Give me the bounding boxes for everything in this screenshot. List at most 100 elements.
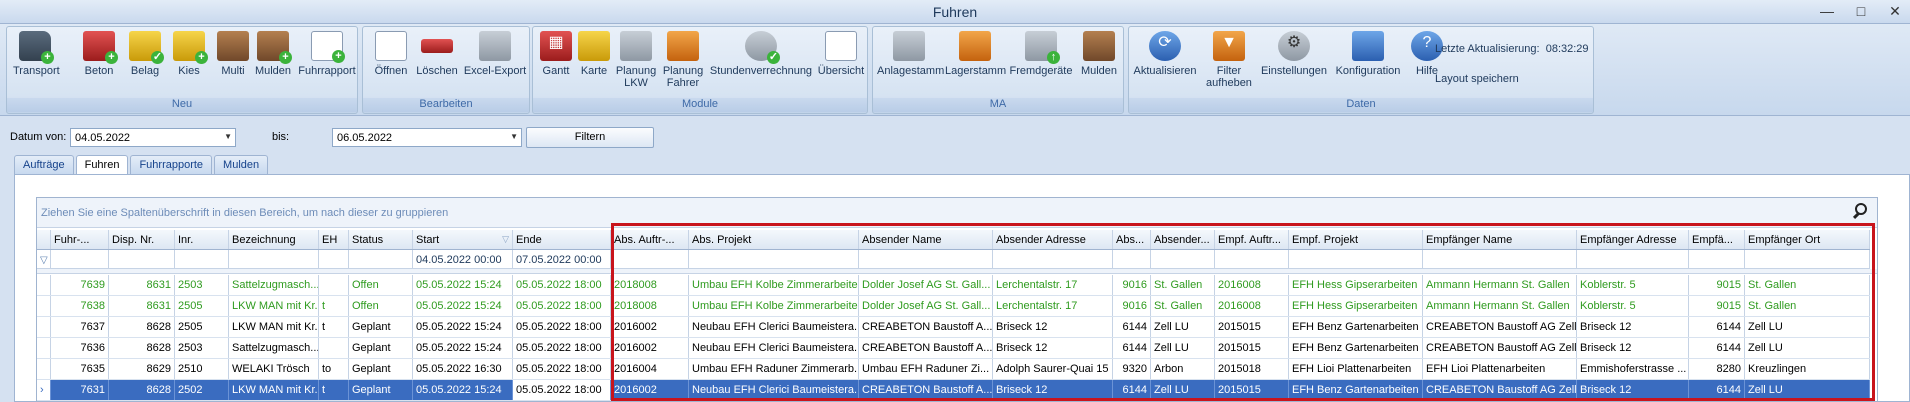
- multi-button[interactable]: Multi: [213, 31, 253, 77]
- table-cell[interactable]: 8280: [1689, 359, 1745, 379]
- open-button[interactable]: Öffnen: [371, 31, 411, 77]
- table-cell[interactable]: Koblerstr. 5: [1577, 275, 1689, 295]
- table-cell[interactable]: 6144: [1689, 317, 1745, 337]
- table-cell[interactable]: 8631: [109, 296, 175, 316]
- table-cell[interactable]: EFH Benz Gartenarbeiten: [1289, 338, 1423, 358]
- date-from-field[interactable]: 04.05.2022 ▼: [70, 128, 236, 147]
- fuhren-grid[interactable]: Ziehen Sie eine Spaltenüberschrift in di…: [36, 197, 1878, 402]
- excel-export-button[interactable]: Excel-Export: [463, 31, 527, 77]
- table-cell[interactable]: 2505: [175, 317, 229, 337]
- table-cell[interactable]: 2015015: [1215, 317, 1289, 337]
- column-header[interactable]: Status: [349, 230, 413, 249]
- filter-cell[interactable]: [1745, 250, 1870, 268]
- filter-clear-button[interactable]: ▼ Filter aufheben: [1203, 31, 1255, 89]
- planung-fahrer-button[interactable]: Planung Fahrer: [661, 31, 705, 89]
- table-cell[interactable]: CREABETON Baustoff AG Zell: [1423, 338, 1577, 358]
- table-row[interactable]: 7638 8631 2505 LKW MAN mit Kr... t Offen 05.05…: [37, 296, 1870, 317]
- tab-fuhrrapporte[interactable]: Fuhrrapporte: [130, 155, 213, 174]
- table-cell[interactable]: Geplant: [349, 359, 413, 379]
- filter-cell[interactable]: [1113, 250, 1151, 268]
- table-cell[interactable]: 7637: [51, 317, 109, 337]
- column-header[interactable]: Abs. Auftr-...: [611, 230, 689, 249]
- table-cell[interactable]: 05.05.2022 15:24: [413, 317, 513, 337]
- table-cell[interactable]: Sattelzugmasch...: [229, 275, 319, 295]
- mulden-button[interactable]: + Mulden: [253, 31, 293, 77]
- table-cell[interactable]: Adolph Saurer-Quai 15: [993, 359, 1113, 379]
- column-header[interactable]: Absender Name: [859, 230, 993, 249]
- table-cell[interactable]: 2505: [175, 296, 229, 316]
- column-header[interactable]: Absender...: [1151, 230, 1215, 249]
- table-cell[interactable]: 2015015: [1215, 380, 1289, 400]
- table-cell[interactable]: 7631: [51, 380, 109, 400]
- table-cell[interactable]: 2015018: [1215, 359, 1289, 379]
- table-cell[interactable]: 6144: [1113, 380, 1151, 400]
- filter-cell[interactable]: [319, 250, 349, 268]
- table-cell[interactable]: Briseck 12: [1577, 338, 1689, 358]
- column-header[interactable]: Empfänger Ort: [1745, 230, 1870, 249]
- table-cell[interactable]: 05.05.2022 18:00: [513, 359, 611, 379]
- filter-cell[interactable]: [993, 250, 1113, 268]
- table-cell[interactable]: Koblerstr. 5: [1577, 296, 1689, 316]
- table-cell[interactable]: 6144: [1113, 338, 1151, 358]
- table-cell[interactable]: EFH Hess Gipserarbeiten: [1289, 296, 1423, 316]
- table-cell[interactable]: 2016004: [611, 359, 689, 379]
- settings-button[interactable]: ⚙ Einstellungen: [1259, 31, 1329, 77]
- row-indicator[interactable]: [37, 296, 51, 316]
- table-cell[interactable]: 8628: [109, 338, 175, 358]
- filter-cell[interactable]: [611, 250, 689, 268]
- table-cell[interactable]: EFH Lioi Plattenarbeiten: [1423, 359, 1577, 379]
- table-cell[interactable]: 9016: [1113, 296, 1151, 316]
- anlagestamm-button[interactable]: Anlagestamm: [877, 31, 944, 77]
- table-cell[interactable]: 05.05.2022 15:24: [413, 296, 513, 316]
- table-cell[interactable]: Dolder Josef AG St. Gall...: [859, 275, 993, 295]
- table-cell[interactable]: 6144: [1689, 338, 1745, 358]
- table-cell[interactable]: Zell LU: [1151, 338, 1215, 358]
- filter-cell[interactable]: [689, 250, 859, 268]
- table-cell[interactable]: 05.05.2022 18:00: [513, 338, 611, 358]
- table-cell[interactable]: CREABETON Baustoff AG Zell: [1423, 317, 1577, 337]
- table-cell[interactable]: Neubau EFH Clerici Baumeistera...: [689, 380, 859, 400]
- table-cell[interactable]: 9016: [1113, 275, 1151, 295]
- table-cell[interactable]: CREABETON Baustoff AG Zell: [1423, 380, 1577, 400]
- table-cell[interactable]: 7639: [51, 275, 109, 295]
- table-cell[interactable]: St. Gallen: [1745, 275, 1870, 295]
- table-cell[interactable]: t: [319, 317, 349, 337]
- date-to-field[interactable]: 06.05.2022 ▼: [332, 128, 522, 147]
- column-header[interactable]: Fuhr-...: [51, 230, 109, 249]
- table-cell[interactable]: EFH Benz Gartenarbeiten: [1289, 380, 1423, 400]
- table-cell[interactable]: Briseck 12: [993, 338, 1113, 358]
- table-cell[interactable]: Kreuzlingen: [1745, 359, 1870, 379]
- row-indicator[interactable]: ›: [37, 380, 51, 400]
- gantt-button[interactable]: ▦ Gantt: [539, 31, 573, 77]
- table-cell[interactable]: 05.05.2022 18:00: [513, 296, 611, 316]
- table-cell[interactable]: 9015: [1689, 275, 1745, 295]
- table-cell[interactable]: Ammann Hermann St. Gallen: [1423, 275, 1577, 295]
- table-cell[interactable]: Sattelzugmasch...: [229, 338, 319, 358]
- filter-cell[interactable]: [1151, 250, 1215, 268]
- group-panel[interactable]: Ziehen Sie eine Spaltenüberschrift in di…: [37, 198, 1877, 228]
- table-cell[interactable]: Lerchentalstr. 17: [993, 296, 1113, 316]
- column-header[interactable]: EH: [319, 230, 349, 249]
- table-cell[interactable]: Zell LU: [1151, 380, 1215, 400]
- column-header[interactable]: Empf. Auftr...: [1215, 230, 1289, 249]
- table-cell[interactable]: 2016002: [611, 338, 689, 358]
- table-cell[interactable]: 2016008: [1215, 275, 1289, 295]
- table-cell[interactable]: 8628: [109, 380, 175, 400]
- table-cell[interactable]: Dolder Josef AG St. Gall...: [859, 296, 993, 316]
- column-header[interactable]: Ende: [513, 230, 611, 249]
- table-cell[interactable]: 6144: [1689, 380, 1745, 400]
- table-cell[interactable]: [319, 275, 349, 295]
- search-icon[interactable]: [1852, 203, 1871, 221]
- table-cell[interactable]: Briseck 12: [993, 380, 1113, 400]
- filter-cell[interactable]: [109, 250, 175, 268]
- table-cell[interactable]: 8628: [109, 317, 175, 337]
- chevron-down-icon[interactable]: ▼: [224, 132, 232, 141]
- table-cell[interactable]: 05.05.2022 18:00: [513, 380, 611, 400]
- table-cell[interactable]: 8629: [109, 359, 175, 379]
- table-cell[interactable]: Briseck 12: [1577, 380, 1689, 400]
- column-header[interactable]: Bezeichnung: [229, 230, 319, 249]
- table-cell[interactable]: Ammann Hermann St. Gallen: [1423, 296, 1577, 316]
- save-layout-link[interactable]: Layout speichern: [1435, 73, 1519, 85]
- planung-lkw-button[interactable]: Planung LKW: [615, 31, 657, 89]
- row-indicator[interactable]: [37, 359, 51, 379]
